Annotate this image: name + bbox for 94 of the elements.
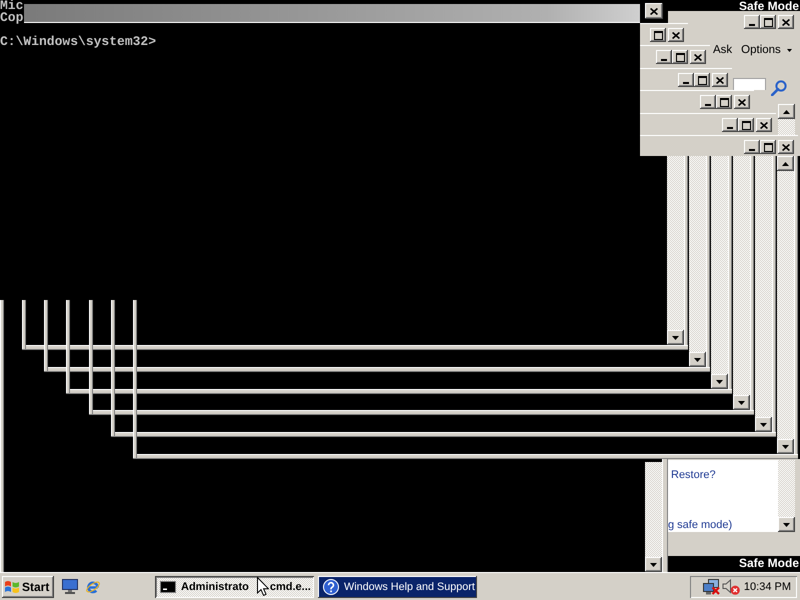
close-button[interactable]: [756, 118, 772, 132]
close-icon: [672, 32, 680, 38]
minimize-icon: [705, 104, 711, 106]
caret-icon: [786, 48, 792, 52]
scrollbar-track[interactable]: [667, 156, 684, 345]
maximize-button[interactable]: [760, 15, 776, 29]
down-triangle-icon: [738, 400, 745, 404]
down-triangle-icon: [782, 444, 789, 448]
search-field[interactable]: [733, 78, 766, 90]
down-triangle-icon: [694, 358, 701, 362]
scroll-up-button[interactable]: [777, 156, 794, 171]
taskbar-button[interactable]: Windows Help and Support: [318, 576, 477, 598]
toolbar-button[interactable]: Ask: [711, 42, 734, 58]
maximize-icon: [764, 18, 772, 26]
close-icon: [694, 54, 702, 60]
scroll-down-button[interactable]: [755, 417, 772, 432]
minimize-button[interactable]: [656, 50, 672, 64]
console-icon: [160, 580, 176, 592]
down-triangle-icon: [783, 522, 790, 526]
maximize-button[interactable]: [672, 50, 688, 64]
close-button[interactable]: [712, 73, 728, 87]
taskbar-button[interactable]: Administrato cmd.e...: [155, 576, 314, 598]
safe-mode-label: Safe Mode: [738, 557, 799, 569]
scroll-down-button[interactable]: [711, 374, 728, 389]
scrollbar-track[interactable]: [645, 462, 662, 572]
minimize-button[interactable]: [722, 118, 738, 132]
flag-icon: [4, 580, 20, 594]
scroll-down-button[interactable]: [667, 330, 684, 345]
maximize-button[interactable]: [760, 140, 776, 154]
scrollbar-track[interactable]: [778, 104, 795, 135]
scrollbar-track[interactable]: [777, 156, 794, 454]
minimize-button[interactable]: [678, 73, 694, 87]
close-icon: [782, 18, 790, 26]
minimize-icon: [749, 24, 755, 26]
scrollbar-track[interactable]: [689, 156, 706, 367]
network-icon[interactable]: [702, 578, 720, 594]
maximize-button[interactable]: [716, 95, 732, 109]
start-button[interactable]: Start: [2, 576, 54, 598]
down-triangle-icon: [716, 380, 723, 384]
minimize-icon: [683, 82, 689, 84]
down-triangle-icon: [672, 336, 679, 340]
scroll-up-button[interactable]: [778, 104, 795, 119]
minimize-icon: [727, 127, 733, 129]
minimize-icon: [749, 149, 755, 151]
maximize-icon: [654, 30, 662, 40]
scrollbar-track[interactable]: [778, 460, 795, 532]
help-link[interactable]: Restore?: [671, 468, 716, 482]
help-link[interactable]: g safe mode): [668, 518, 732, 532]
maximize-icon: [720, 98, 728, 106]
scroll-down-button[interactable]: [777, 439, 794, 454]
minimize-button[interactable]: [700, 95, 716, 109]
mouse-pointer-icon: [257, 577, 269, 596]
scrollbar-track[interactable]: [755, 156, 772, 432]
console-prompt: C:\Windows\system32>: [0, 36, 156, 48]
monitor-icon[interactable]: [62, 579, 78, 594]
console-line: Cop: [0, 12, 24, 24]
close-button[interactable]: [778, 140, 794, 154]
menu-button[interactable]: Options: [739, 42, 794, 58]
e-orbit-icon[interactable]: [85, 578, 101, 594]
maximize-button[interactable]: [650, 28, 666, 42]
close-button[interactable]: [668, 28, 684, 42]
close-icon: [650, 8, 658, 14]
down-triangle-icon: [650, 562, 657, 566]
close-icon: [760, 122, 768, 128]
clock-time: 10:34 PM: [744, 580, 791, 594]
safe-mode-label: Safe Mode: [738, 0, 799, 12]
close-icon: [716, 76, 724, 84]
speaker-icon[interactable]: [722, 578, 740, 594]
close-button[interactable]: [690, 50, 706, 64]
scroll-down-button[interactable]: [733, 395, 750, 410]
minimize-icon: [661, 59, 667, 61]
scrollbar-track[interactable]: [711, 156, 728, 389]
scroll-down-button[interactable]: [689, 352, 706, 367]
scrollbar-track[interactable]: [733, 156, 750, 410]
maximize-icon: [676, 52, 684, 62]
close-button[interactable]: [778, 15, 794, 29]
scroll-down-button[interactable]: [778, 517, 795, 532]
maximize-button[interactable]: [738, 118, 754, 132]
close-button[interactable]: [645, 3, 663, 19]
minimize-button[interactable]: [744, 140, 760, 154]
minimize-button[interactable]: [744, 15, 760, 29]
help-icon: [323, 578, 339, 594]
close-icon: [738, 98, 746, 106]
close-icon: [782, 144, 790, 150]
close-button[interactable]: [734, 95, 750, 109]
maximize-icon: [764, 142, 772, 152]
maximize-icon: [698, 76, 706, 84]
down-triangle-icon: [760, 422, 767, 426]
maximize-icon: [742, 120, 750, 130]
up-triangle-icon: [782, 162, 789, 166]
maximize-button[interactable]: [694, 73, 710, 87]
search-icon[interactable]: [771, 80, 787, 96]
scroll-down-button[interactable]: [645, 557, 662, 572]
up-triangle-icon: [783, 110, 790, 114]
